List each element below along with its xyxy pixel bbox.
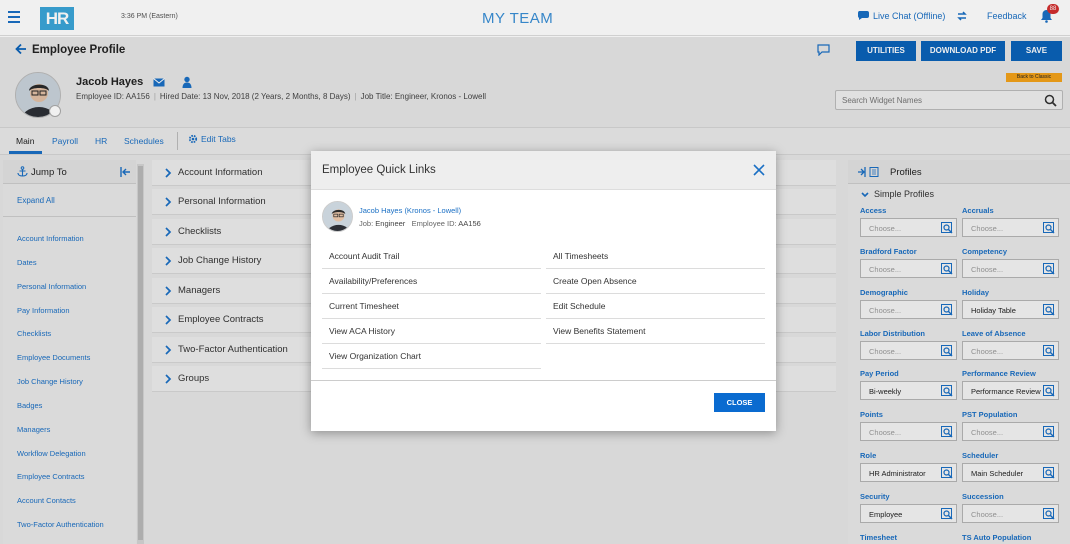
quick-link-label: Create Open Absence	[553, 276, 637, 286]
quick-link[interactable]: View ACA History	[322, 319, 541, 344]
quick-links-modal: Employee Quick Links Jacob Hayes (Kronos…	[311, 151, 776, 431]
quick-link-label: Current Timesheet	[329, 301, 399, 311]
modal-employee-link[interactable]: Jacob Hayes (Kronos - Lowell)	[359, 206, 461, 215]
close-icon[interactable]	[753, 164, 765, 176]
modal-employee-meta: Job: Engineer Employee ID: AA156	[359, 219, 481, 228]
modal-footer-divider	[311, 380, 776, 381]
modal-header: Employee Quick Links	[311, 151, 776, 190]
quick-link-label: Availability/Preferences	[329, 276, 418, 286]
modal-title: Employee Quick Links	[322, 164, 436, 176]
close-button[interactable]: CLOSE	[714, 393, 765, 412]
quick-link[interactable]: Create Open Absence	[546, 269, 765, 294]
quick-link[interactable]: View Benefits Statement	[546, 319, 765, 344]
quick-link[interactable]: Edit Schedule	[546, 294, 765, 319]
job-label: Job:	[359, 219, 374, 228]
employee-id-label: Employee ID:	[411, 219, 457, 228]
quick-link-label: Edit Schedule	[553, 301, 606, 311]
quick-link-label: View ACA History	[329, 326, 395, 336]
quick-link[interactable]: View Organization Chart	[322, 344, 541, 369]
job-value: Engineer	[375, 219, 406, 228]
quick-link-label: All Timesheets	[553, 251, 609, 261]
quick-link[interactable]: Current Timesheet	[322, 294, 541, 319]
quick-link-label: View Benefits Statement	[553, 326, 646, 336]
modal-avatar	[322, 201, 353, 232]
quick-link[interactable]: Account Audit Trail	[322, 244, 541, 269]
quick-link-label: Account Audit Trail	[329, 251, 400, 261]
employee-id-value: AA156	[458, 219, 481, 228]
quick-link[interactable]: All Timesheets	[546, 244, 765, 269]
quick-link-label: View Organization Chart	[329, 351, 421, 361]
quick-link[interactable]: Availability/Preferences	[322, 269, 541, 294]
